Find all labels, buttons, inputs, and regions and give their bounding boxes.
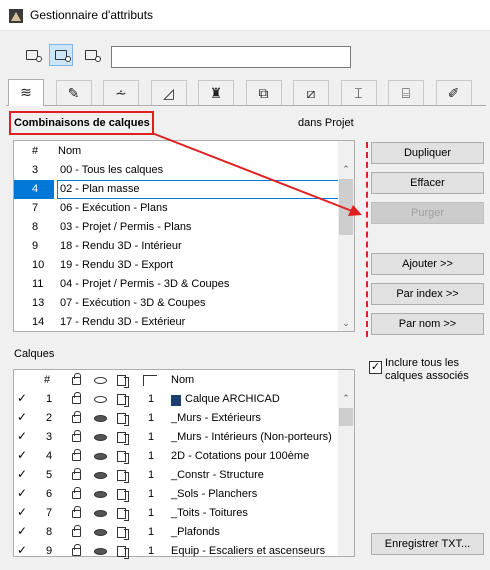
page-icon[interactable] [117, 393, 129, 407]
eye-icon[interactable] [94, 431, 107, 443]
checkmark-icon[interactable]: ✓ [17, 486, 27, 500]
lock-icon[interactable] [72, 544, 81, 557]
lock-icon[interactable] [72, 392, 81, 405]
layer-name: _Sols - Planchers [171, 488, 258, 500]
include-all-label: Inclure tous les calques associés [385, 357, 469, 382]
layer-pen: 1 [148, 526, 155, 538]
layer-name: _Constr - Structure [171, 469, 264, 481]
lock-icon[interactable] [72, 506, 81, 519]
layer-name: Equip - Escaliers et ascenseurs [171, 545, 326, 557]
layers-scrollbar-thumb[interactable] [339, 408, 353, 426]
layer-pen: 1 [148, 545, 155, 557]
layer-pen: 1 [148, 488, 155, 500]
layer-num: 7 [46, 507, 53, 519]
duplicate-button[interactable]: Dupliquer [371, 142, 484, 164]
layers-list-header: # Nom [14, 370, 338, 389]
page-icon[interactable] [117, 431, 129, 445]
checkmark-icon[interactable]: ✓ [17, 543, 27, 557]
layer-row[interactable]: ✓ 3 1 _Murs - Intérieurs (Non-porteurs) [14, 428, 338, 447]
layer-num: 5 [46, 469, 53, 481]
layer-num: 9 [46, 545, 53, 557]
page-icon[interactable] [117, 507, 129, 521]
save-txt-button[interactable]: Enregistrer TXT... [371, 533, 484, 555]
layer-name: _Murs - Intérieurs (Non-porteurs) [171, 431, 332, 443]
checkmark-icon[interactable]: ✓ [17, 505, 27, 519]
lock-column-icon [72, 373, 81, 386]
layer-row[interactable]: ✓ 7 1 _Toits - Toitures [14, 504, 338, 523]
purge-button[interactable]: Purger [371, 202, 484, 224]
layers-list[interactable]: # Nom ✓ 1 1 Calque ARCHICAD ✓ 2 1 _Murs - Extér… [13, 369, 355, 559]
checkmark-icon[interactable]: ✓ [17, 448, 27, 462]
layer-num: 4 [46, 450, 53, 462]
annotation-dashed-line [366, 142, 368, 337]
lock-icon[interactable] [72, 449, 81, 462]
checkmark-icon[interactable]: ✓ [17, 391, 27, 405]
lock-icon[interactable] [72, 487, 81, 500]
delete-button[interactable]: Effacer [371, 172, 484, 194]
page-icon[interactable] [117, 545, 129, 559]
layer-row[interactable]: ✓ 5 1 _Constr - Structure [14, 466, 338, 485]
lock-icon[interactable] [72, 468, 81, 481]
layer-row[interactable]: ✓ 2 1 _Murs - Extérieurs [14, 409, 338, 428]
layer-name: _Toits - Toitures [171, 507, 248, 519]
layers-title: Calques [14, 348, 55, 360]
layers-scrollbar[interactable]: ⌃ [338, 370, 354, 556]
checkmark-icon[interactable]: ✓ [17, 429, 27, 443]
layer-pen: 1 [148, 450, 155, 462]
checkmark-icon[interactable]: ✓ [17, 467, 27, 481]
layer-pen: 1 [148, 507, 155, 519]
layer-num: 1 [46, 393, 53, 405]
layer-row[interactable]: ✓ 8 1 _Plafonds [14, 523, 338, 542]
layer-row[interactable]: ✓ 1 1 Calque ARCHICAD [14, 390, 338, 409]
layer-num: 3 [46, 431, 53, 443]
layer-name: _Plafonds [171, 526, 220, 538]
by-index-button[interactable]: Par index >> [371, 283, 484, 305]
eye-icon[interactable] [94, 393, 107, 405]
lock-icon[interactable] [72, 411, 81, 424]
layer-row[interactable]: ✓ 9 1 Equip - Escaliers et ascenseurs [14, 542, 338, 561]
layer-num: 2 [46, 412, 53, 424]
page-icon[interactable] [117, 526, 129, 540]
page-icon[interactable] [117, 412, 129, 426]
archicad-icon [171, 393, 184, 407]
include-all-checkbox[interactable]: ✓ [369, 361, 382, 374]
page-column-icon [117, 374, 129, 388]
pen-column-icon [143, 374, 157, 388]
lock-icon[interactable] [72, 525, 81, 538]
layer-row[interactable]: ✓ 4 1 2D - Cotations pour 100ème [14, 447, 338, 466]
layer-num: 6 [46, 488, 53, 500]
layer-pen: 1 [148, 393, 155, 405]
page-icon[interactable] [117, 450, 129, 464]
visibility-column-icon [94, 374, 107, 386]
eye-icon[interactable] [94, 412, 107, 424]
page-icon[interactable] [117, 469, 129, 483]
eye-icon[interactable] [94, 488, 107, 500]
eye-icon[interactable] [94, 545, 107, 557]
page-icon[interactable] [117, 488, 129, 502]
layers-col-name-header: Nom [171, 374, 195, 386]
layers-col-num-header: # [44, 374, 51, 386]
layer-name: _Murs - Extérieurs [171, 412, 261, 424]
eye-icon[interactable] [94, 450, 107, 462]
add-button[interactable]: Ajouter >> [371, 253, 484, 275]
eye-icon[interactable] [94, 507, 107, 519]
layer-name: Calque ARCHICAD [185, 393, 280, 405]
eye-icon[interactable] [94, 469, 107, 481]
layer-row[interactable]: ✓ 6 1 _Sols - Planchers [14, 485, 338, 504]
checkmark-icon[interactable]: ✓ [17, 410, 27, 424]
layer-pen: 1 [148, 412, 155, 424]
layer-pen: 1 [148, 431, 155, 443]
eye-icon[interactable] [94, 526, 107, 538]
checkmark-icon[interactable]: ✓ [17, 524, 27, 538]
layers-scroll-up-arrow[interactable]: ⌃ [338, 390, 354, 406]
layer-pen: 1 [148, 469, 155, 481]
lock-icon[interactable] [72, 430, 81, 443]
by-name-button[interactable]: Par nom >> [371, 313, 484, 335]
layer-num: 8 [46, 526, 53, 538]
layer-name: 2D - Cotations pour 100ème [171, 450, 310, 462]
